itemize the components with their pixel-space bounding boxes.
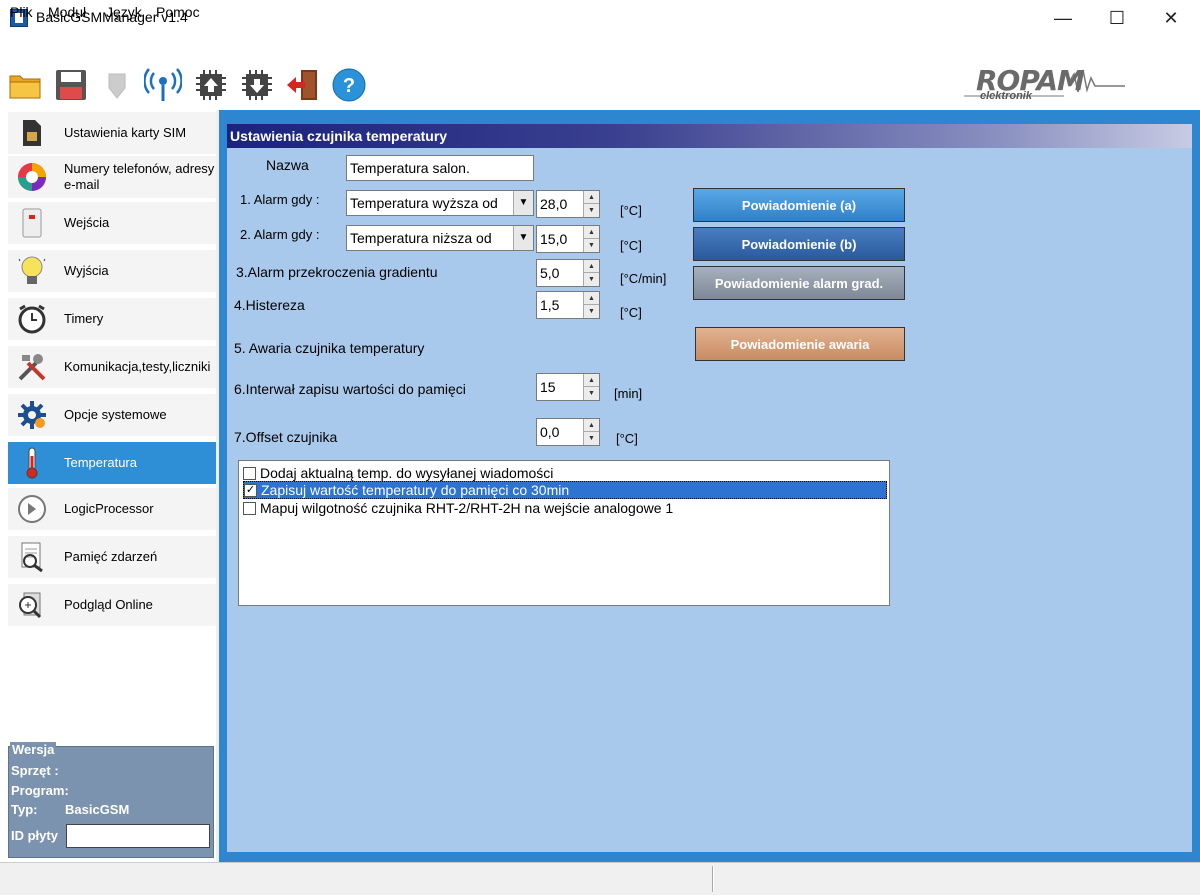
alarm1-condition-select[interactable]: Temperatura wyższa od ▼ bbox=[346, 190, 534, 216]
sidebar-item-contacts[interactable]: Numery telefonów, adresy e-mail bbox=[8, 156, 216, 198]
antenna-icon[interactable] bbox=[144, 66, 182, 104]
spin-up-icon[interactable]: ▲ bbox=[583, 419, 599, 432]
spin-up-icon[interactable]: ▲ bbox=[583, 374, 599, 387]
spin-down-icon[interactable]: ▼ bbox=[583, 432, 599, 445]
status-separator bbox=[712, 866, 714, 892]
spin-up-icon[interactable]: ▲ bbox=[583, 292, 599, 305]
sidebar-item-logicprocessor[interactable]: LogicProcessor bbox=[8, 488, 216, 530]
chip-upload-icon[interactable] bbox=[192, 66, 230, 104]
chevron-down-icon: ▼ bbox=[513, 191, 533, 215]
menu-pomoc[interactable]: Pomoc bbox=[156, 4, 200, 20]
sidebar-item-temperatura[interactable]: Temperatura bbox=[8, 442, 216, 484]
interval-unit: [min] bbox=[614, 386, 643, 401]
board-id-label: ID płyty bbox=[11, 828, 58, 843]
menu-jezyk[interactable]: Język bbox=[106, 4, 142, 20]
alarm2-unit: [°C] bbox=[620, 238, 642, 253]
type-value: BasicGSM bbox=[65, 802, 130, 817]
name-field[interactable]: Temperatura salon. bbox=[346, 155, 534, 181]
gradient-unit: [°C/min] bbox=[620, 271, 667, 286]
spin-down-icon[interactable]: ▼ bbox=[583, 387, 599, 400]
status-bar bbox=[0, 862, 1200, 895]
offset-label: 7.Offset czujnika bbox=[234, 429, 338, 445]
notify-gradient-button[interactable]: Powiadomienie alarm grad. bbox=[693, 266, 905, 300]
offset-value-stepper[interactable]: 0,0 ▲ ▼ bbox=[536, 418, 600, 446]
menu-plik[interactable]: Plik bbox=[10, 4, 33, 20]
checkbox-add-temp[interactable] bbox=[243, 466, 256, 480]
checkbox-map-humidity[interactable] bbox=[243, 501, 256, 515]
sidebar-item-podglad[interactable]: Podgląd Online bbox=[8, 584, 216, 626]
type-label: Typ: bbox=[11, 802, 38, 817]
hysteresis-unit: [°C] bbox=[620, 305, 642, 320]
minimize-button[interactable]: — bbox=[1036, 0, 1090, 36]
option-add-temp[interactable]: Dodaj aktualną temp. do wysyłanej wiadom… bbox=[243, 464, 887, 482]
option-save-temp[interactable]: ✓ Zapisuj wartość temperatury do pamięci… bbox=[243, 481, 887, 499]
gear-icon bbox=[16, 399, 48, 431]
notify-failure-button[interactable]: Powiadomienie awaria bbox=[695, 327, 905, 361]
gradient-value-stepper[interactable]: 5,0 ▲ ▼ bbox=[536, 259, 600, 287]
alarm1-label: 1. Alarm gdy : bbox=[240, 192, 320, 207]
lightbulb-icon bbox=[16, 255, 48, 287]
alarm1-unit: [°C] bbox=[620, 203, 642, 218]
sidebar-item-sim[interactable]: Ustawienia karty SIM bbox=[8, 112, 216, 154]
hysteresis-label: 4.Histereza bbox=[234, 297, 305, 313]
open-folder-icon[interactable] bbox=[6, 66, 44, 104]
spin-down-icon[interactable]: ▼ bbox=[583, 305, 599, 318]
thermometer-icon bbox=[16, 447, 48, 479]
close-button[interactable]: ✕ bbox=[1144, 0, 1198, 36]
spin-up-icon[interactable]: ▲ bbox=[583, 260, 599, 273]
maximize-button[interactable]: ☐ bbox=[1090, 0, 1144, 36]
hardware-label: Sprzęt : bbox=[11, 763, 59, 778]
panel-title: Ustawienia czujnika temperatury bbox=[227, 124, 1192, 148]
sidebar-item-wyjscia[interactable]: Wyjścia bbox=[8, 250, 216, 292]
ropam-logo: ROPAM elektronik bbox=[958, 62, 1130, 106]
notify-b-button[interactable]: Powiadomienie (b) bbox=[693, 227, 905, 261]
contacts-pie-icon bbox=[16, 161, 48, 193]
svg-text:?: ? bbox=[343, 75, 355, 97]
alarm2-label: 2. Alarm gdy : bbox=[240, 227, 320, 242]
name-label: Nazwa bbox=[266, 157, 309, 173]
input-sensor-icon bbox=[16, 207, 48, 239]
exit-door-icon[interactable] bbox=[284, 66, 322, 104]
online-preview-icon bbox=[16, 589, 48, 621]
menu-modul[interactable]: Moduł bbox=[48, 4, 86, 20]
spin-down-icon[interactable]: ▼ bbox=[583, 273, 599, 286]
logic-processor-icon bbox=[16, 493, 48, 525]
save-icon[interactable] bbox=[52, 66, 90, 104]
sim-card-icon bbox=[16, 117, 48, 149]
alarm2-condition-select[interactable]: Temperatura niższa od ▼ bbox=[346, 225, 534, 251]
chip-download-icon[interactable] bbox=[238, 66, 276, 104]
checkbox-save-temp[interactable]: ✓ bbox=[244, 483, 257, 497]
disabled-module-icon bbox=[98, 66, 136, 104]
help-icon[interactable]: ? bbox=[330, 66, 368, 104]
options-checklist: Dodaj aktualną temp. do wysyłanej wiadom… bbox=[238, 460, 890, 606]
spin-up-icon[interactable]: ▲ bbox=[583, 226, 599, 239]
menu-bar bbox=[0, 36, 1200, 60]
sidebar-item-pamiec[interactable]: Pamięć zdarzeń bbox=[8, 536, 216, 578]
interval-value-stepper[interactable]: 15 ▲ ▼ bbox=[536, 373, 600, 401]
sidebar-item-komunikacja[interactable]: Komunikacja,testy,liczniki bbox=[8, 346, 216, 388]
sidebar-item-wejscia[interactable]: Wejścia bbox=[8, 202, 216, 244]
interval-label: 6.Interwał zapisu wartości do pamięci bbox=[234, 381, 466, 397]
alarm-clock-icon bbox=[16, 303, 48, 335]
spin-down-icon[interactable]: ▼ bbox=[583, 204, 599, 217]
board-id-field[interactable] bbox=[66, 824, 210, 848]
event-log-icon bbox=[16, 541, 48, 573]
gradient-label: 3.Alarm przekroczenia gradientu bbox=[236, 264, 438, 280]
hysteresis-value-stepper[interactable]: 1,5 ▲ ▼ bbox=[536, 291, 600, 319]
version-legend: Wersja bbox=[10, 742, 57, 757]
alarm2-value-stepper[interactable]: 15,0 ▲ ▼ bbox=[536, 225, 600, 253]
chevron-down-icon: ▼ bbox=[513, 226, 533, 250]
spin-down-icon[interactable]: ▼ bbox=[583, 239, 599, 252]
failure-label: 5. Awaria czujnika temperatury bbox=[234, 340, 425, 356]
program-label: Program: bbox=[11, 783, 69, 798]
alarm1-value-stepper[interactable]: 28,0 ▲ ▼ bbox=[536, 190, 600, 218]
tools-icon bbox=[16, 351, 48, 383]
notify-a-button[interactable]: Powiadomienie (a) bbox=[693, 188, 905, 222]
option-map-humidity[interactable]: Mapuj wilgotność czujnika RHT-2/RHT-2H n… bbox=[243, 499, 887, 517]
sidebar-item-timery[interactable]: Timery bbox=[8, 298, 216, 340]
sidebar-item-opcje[interactable]: Opcje systemowe bbox=[8, 394, 216, 436]
spin-up-icon[interactable]: ▲ bbox=[583, 191, 599, 204]
offset-unit: [°C] bbox=[616, 431, 638, 446]
